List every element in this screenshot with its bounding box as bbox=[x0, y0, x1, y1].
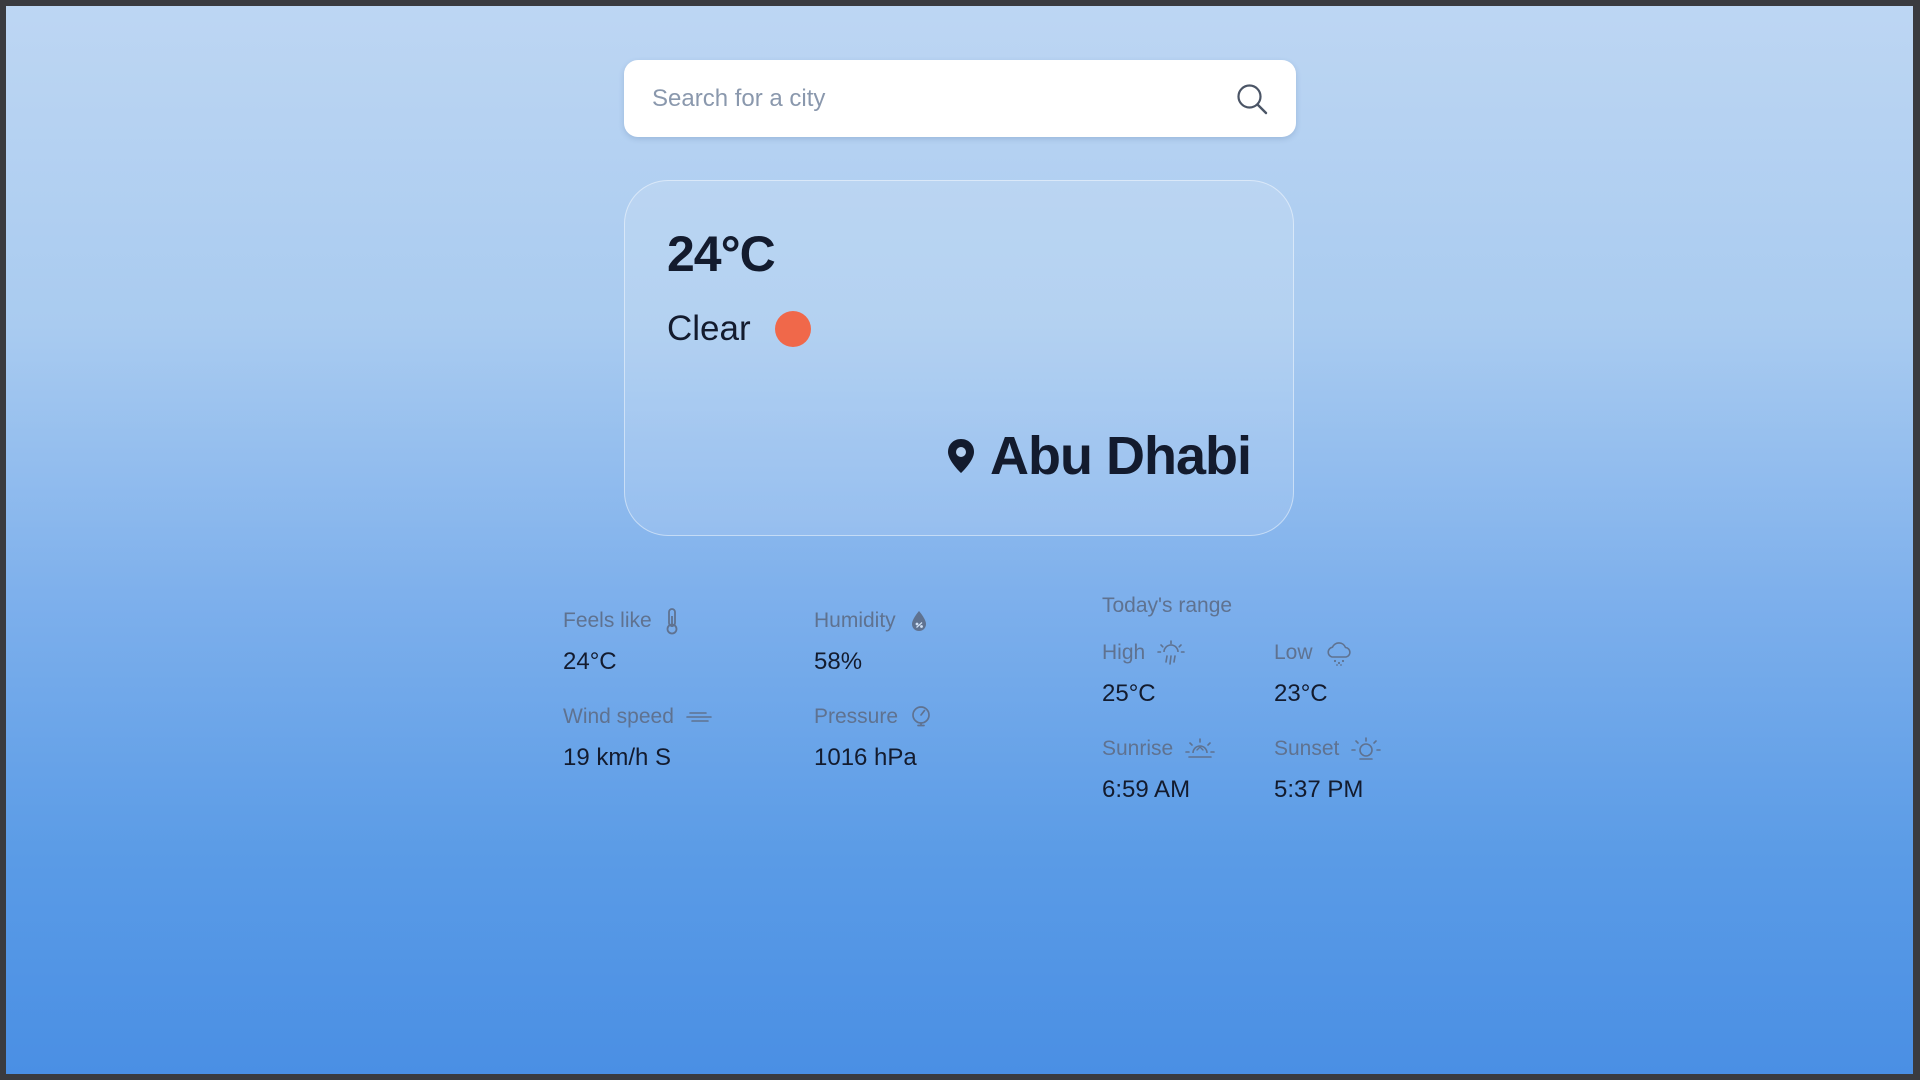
stat-value: 25°C bbox=[1102, 680, 1156, 707]
stat-value: 6:59 AM bbox=[1102, 776, 1191, 803]
thermometer-icon bbox=[664, 607, 680, 635]
sun-rain-icon bbox=[1157, 640, 1186, 666]
stat-value: 24°C bbox=[563, 648, 617, 675]
range-title: Today's range bbox=[1102, 594, 1233, 617]
stat-sunset: Sunset 5:37 PM bbox=[1274, 734, 1382, 804]
search-icon bbox=[1237, 83, 1268, 114]
condition-row: Clear bbox=[667, 309, 811, 349]
stat-wind-speed: Wind speed 19 km/h S bbox=[563, 702, 712, 772]
stat-sunrise: Sunrise 6:59 AM bbox=[1102, 734, 1216, 804]
cloud-snow-icon bbox=[1325, 640, 1353, 666]
droplet-icon bbox=[908, 609, 930, 633]
location-row: Abu Dhabi bbox=[946, 425, 1252, 487]
city-name: Abu Dhabi bbox=[990, 426, 1252, 486]
sun-dot-icon bbox=[774, 311, 811, 347]
stat-value: 58% bbox=[814, 648, 863, 675]
stat-humidity: Humidity 58% bbox=[814, 606, 930, 676]
location-pin-icon bbox=[946, 438, 976, 474]
sunset-icon bbox=[1351, 737, 1382, 761]
current-temperature: 24°C bbox=[667, 226, 776, 282]
stat-pressure: Pressure 1016 hPa bbox=[814, 702, 932, 772]
stat-label: Sunrise bbox=[1102, 737, 1174, 760]
stat-value: 1016 hPa bbox=[814, 744, 917, 771]
search-button[interactable] bbox=[1230, 77, 1274, 121]
current-weather-card: 24°C Clear Abu Dhabi bbox=[624, 180, 1294, 536]
stat-label: Low bbox=[1274, 641, 1313, 664]
stat-label: High bbox=[1102, 641, 1146, 664]
stat-value: 19 km/h S bbox=[563, 744, 672, 771]
stat-label: Sunset bbox=[1274, 737, 1340, 760]
stat-feels-like: Feels like 24°C bbox=[563, 606, 680, 676]
stat-label: Pressure bbox=[814, 705, 899, 728]
stat-label: Humidity bbox=[814, 609, 896, 632]
stat-high: High 25°C bbox=[1102, 638, 1186, 708]
stat-value: 23°C bbox=[1274, 680, 1328, 707]
weather-app: 24°C Clear Abu Dhabi Feels like bbox=[6, 6, 1913, 1074]
wind-icon bbox=[686, 709, 712, 725]
condition-text: Clear bbox=[667, 309, 751, 348]
search-input[interactable] bbox=[650, 59, 1230, 138]
search-bar bbox=[624, 59, 1296, 138]
stat-label: Feels like bbox=[563, 609, 652, 632]
stat-value: 5:37 PM bbox=[1274, 776, 1364, 803]
gauge-icon bbox=[910, 705, 932, 729]
stat-label: Wind speed bbox=[563, 705, 674, 728]
stat-low: Low 23°C bbox=[1274, 638, 1353, 708]
sunrise-icon bbox=[1185, 737, 1216, 761]
